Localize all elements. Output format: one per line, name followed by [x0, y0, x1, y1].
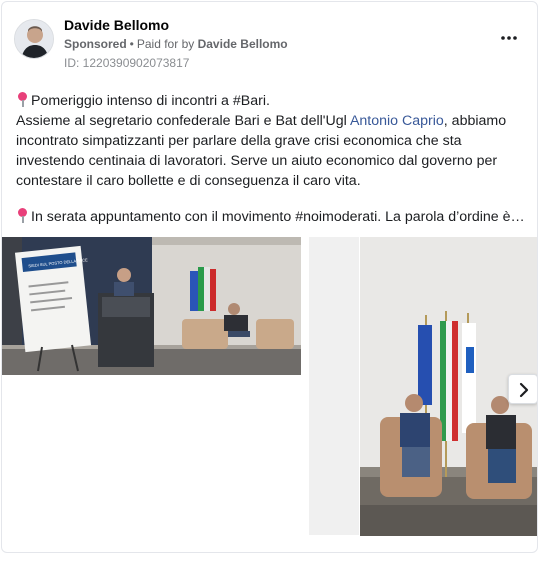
sponsored-line: Sponsored • Paid for by Davide Bellomo	[64, 37, 288, 51]
paragraph-2-start: Assieme al segretario confederale Bari e…	[16, 113, 350, 129]
chevron-right-icon	[519, 382, 529, 398]
meta-separator: •	[129, 37, 134, 51]
pushpin-icon	[16, 208, 28, 223]
author-name[interactable]: Davide Bellomo	[64, 17, 169, 33]
mention-link[interactable]: Antonio Caprio	[350, 113, 444, 129]
carousel-next-button[interactable]	[508, 374, 537, 404]
ad-card: Davide Bellomo Sponsored • Paid for by Dav…	[1, 1, 538, 553]
text-line-1-content: Pomeriggio intenso di incontri a #Bari.	[31, 93, 270, 109]
paid-for-name[interactable]: Davide Bellomo	[198, 37, 288, 51]
carousel-spacer	[309, 237, 359, 535]
more-options-button[interactable]	[497, 32, 521, 52]
post-header: Davide Bellomo Sponsored • Paid for by Dav…	[2, 2, 537, 82]
ad-id: ID: 1220390902073817	[64, 56, 190, 70]
sponsored-label: Sponsored	[64, 37, 127, 51]
avatar-image	[15, 20, 53, 58]
more-horizontal-icon	[501, 36, 517, 40]
text-line-1: Pomeriggio intenso di incontri a #Bari.	[16, 91, 528, 111]
media-carousel: SIEDI SUL POSTO DELLA PACE	[2, 237, 537, 537]
flags	[190, 267, 216, 311]
avatar[interactable]	[14, 19, 54, 59]
post-text: Pomeriggio intenso di incontri a #Bari. …	[16, 91, 528, 227]
carousel-image-1[interactable]: SIEDI SUL POSTO DELLA PACE	[2, 237, 301, 375]
paragraph-3-content: In serata appuntamento con il movimento …	[31, 209, 525, 225]
text-paragraph-2: Assieme al segretario confederale Bari e…	[16, 111, 528, 191]
pushpin-icon	[16, 92, 28, 107]
text-paragraph-3: In serata appuntamento con il movimento …	[16, 207, 528, 227]
paid-for-label: Paid for by	[136, 37, 195, 51]
conference-stage-photo: SIEDI SUL POSTO DELLA PACE	[2, 237, 301, 375]
